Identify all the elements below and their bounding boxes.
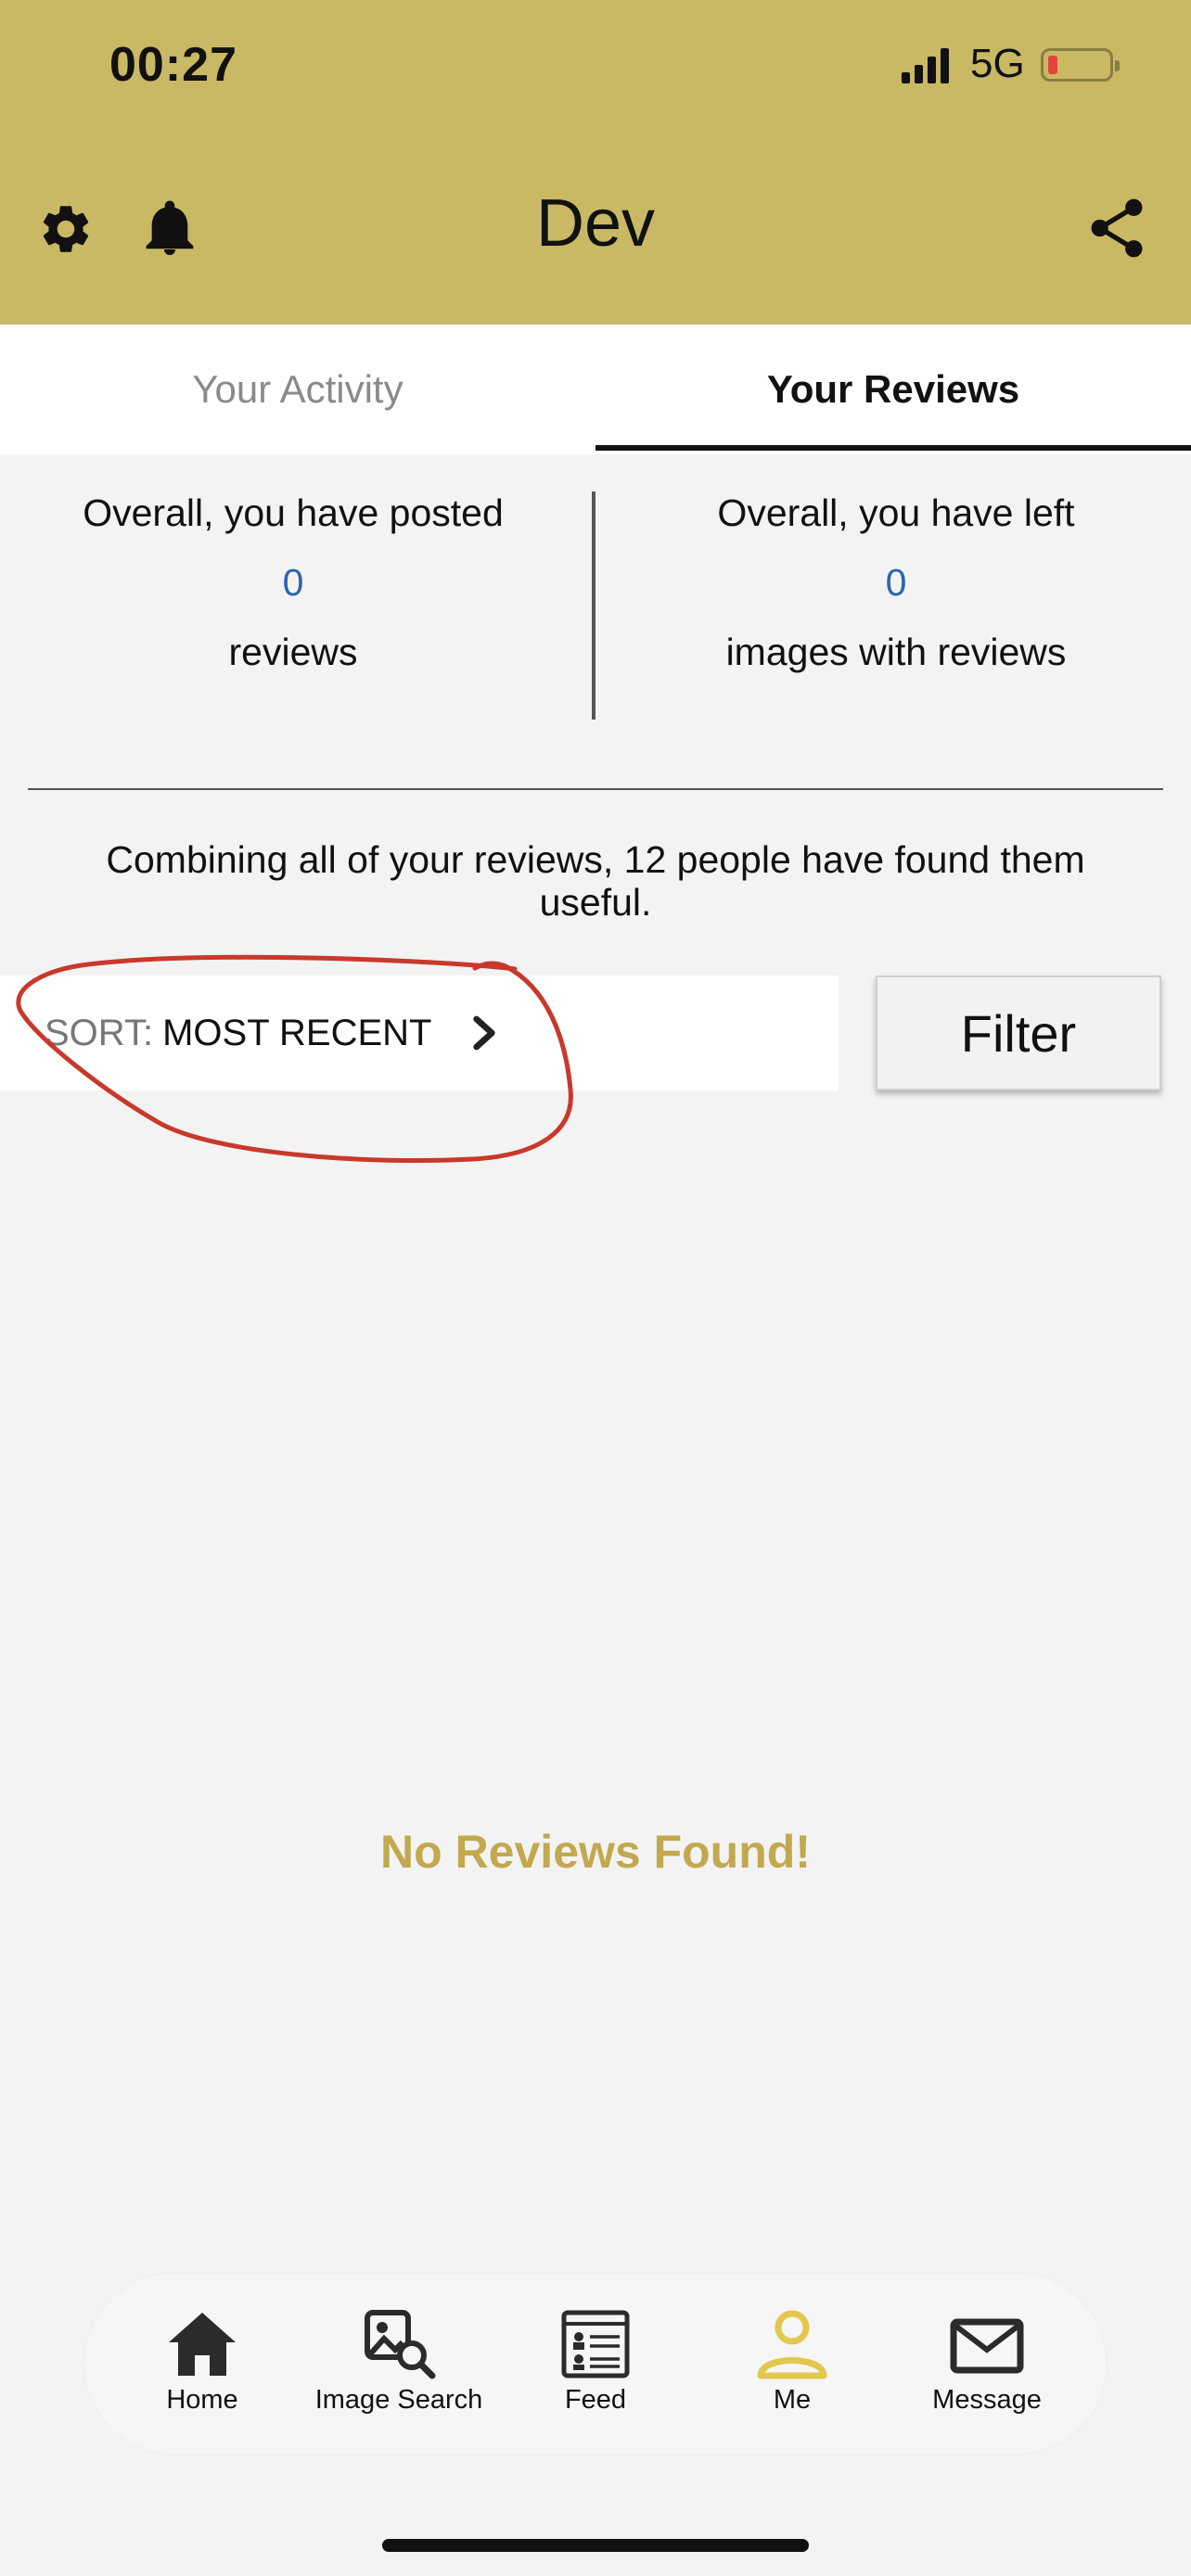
nav-image-search[interactable]: Image Search bbox=[301, 2309, 497, 2416]
posted-prefix: Overall, you have posted bbox=[83, 491, 504, 534]
share-icon[interactable] bbox=[1087, 197, 1146, 260]
images-count: 0 bbox=[885, 561, 907, 604]
posted-suffix: reviews bbox=[228, 631, 358, 673]
posted-reviews-stat: Overall, you have posted 0 reviews bbox=[33, 491, 553, 674]
empty-state-message: No Reviews Found! bbox=[380, 1826, 811, 1878]
nav-message[interactable]: Message bbox=[889, 2309, 1085, 2416]
nav-feed-label: Feed bbox=[564, 2385, 627, 2415]
images-with-reviews-stat: Overall, you have left 0 images with rev… bbox=[636, 491, 1156, 674]
battery-icon bbox=[1041, 48, 1120, 82]
stats-divider bbox=[592, 491, 596, 720]
page-title: Dev bbox=[535, 186, 656, 261]
nav-me[interactable]: Me bbox=[694, 2309, 890, 2416]
person-icon bbox=[757, 2310, 827, 2379]
images-suffix: images with reviews bbox=[725, 631, 1067, 673]
envelope-icon bbox=[950, 2318, 1024, 2374]
images-prefix: Overall, you have left bbox=[717, 491, 1075, 534]
annotation-circle bbox=[16, 954, 573, 1164]
nav-me-label: Me bbox=[773, 2385, 812, 2415]
feed-icon bbox=[561, 2310, 630, 2378]
status-time: 00:27 bbox=[109, 38, 237, 92]
tab-your-reviews[interactable]: Your Reviews bbox=[596, 325, 1191, 454]
filter-button[interactable]: Filter bbox=[876, 976, 1161, 1090]
useful-summary-text: Combining all of your reviews, 12 people… bbox=[106, 838, 1085, 924]
home-icon bbox=[169, 2313, 236, 2376]
signal-icon bbox=[902, 48, 949, 83]
nav-feed[interactable]: Feed bbox=[497, 2309, 694, 2416]
nav-home-label: Home bbox=[166, 2385, 238, 2415]
tab-your-activity[interactable]: Your Activity bbox=[0, 325, 596, 454]
posted-count: 0 bbox=[282, 561, 304, 604]
nav-image-search-label: Image Search bbox=[314, 2385, 483, 2415]
image-search-icon bbox=[365, 2310, 436, 2379]
nav-home[interactable]: Home bbox=[104, 2309, 301, 2416]
network-type: 5G bbox=[970, 41, 1025, 86]
section-divider bbox=[28, 788, 1163, 790]
active-tab-indicator bbox=[596, 445, 1191, 451]
tab-bar: Your Activity Your Reviews bbox=[0, 325, 1191, 454]
home-indicator[interactable] bbox=[382, 2539, 809, 2552]
nav-message-label: Message bbox=[932, 2385, 1042, 2415]
